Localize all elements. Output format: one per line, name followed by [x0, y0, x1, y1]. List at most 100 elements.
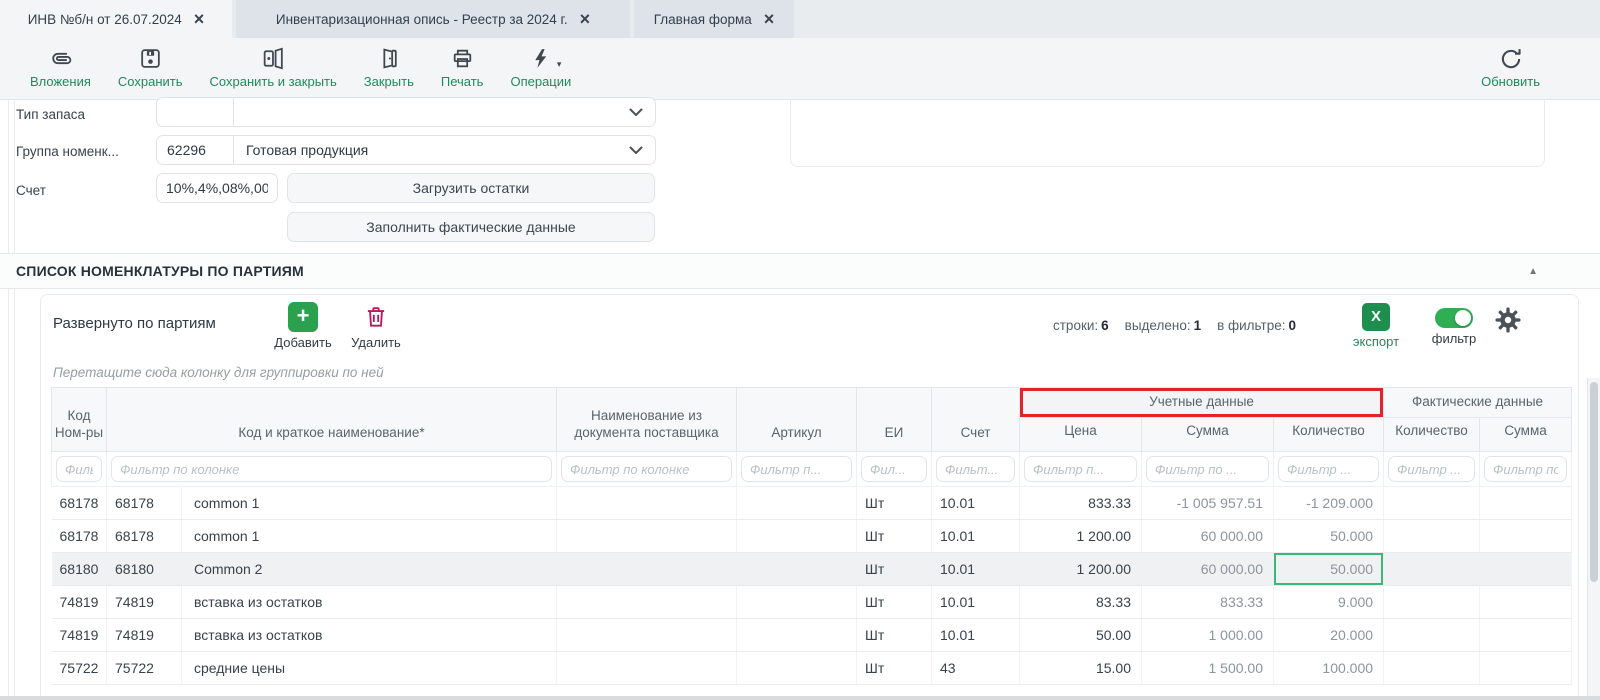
filter-input-sum[interactable] — [1146, 456, 1269, 482]
cell-fact-qty[interactable] — [1384, 553, 1480, 586]
chevron-down-icon[interactable] — [629, 146, 643, 155]
delete-row-button[interactable]: Удалить — [341, 302, 411, 350]
cell-fact-sum[interactable] — [1480, 619, 1572, 652]
cell-name[interactable]: common 1 — [182, 487, 557, 520]
cell-doc-name[interactable] — [557, 652, 737, 685]
add-row-button[interactable]: + Добавить — [268, 302, 338, 350]
stock-type-combobox[interactable] — [156, 97, 656, 127]
column-header-code-name[interactable]: Код и краткое наименование* — [107, 388, 557, 452]
cell-fact-qty[interactable] — [1384, 487, 1480, 520]
chevron-down-icon[interactable] — [629, 108, 643, 117]
cell-sum[interactable]: 833.33 — [1142, 586, 1274, 619]
cell-qty[interactable]: 100.000 — [1274, 652, 1384, 685]
cell-nom[interactable]: 74819 — [52, 586, 107, 619]
cell-fact-sum[interactable] — [1480, 487, 1572, 520]
cell-account[interactable]: 10.01 — [932, 586, 1020, 619]
cell-article[interactable] — [737, 652, 857, 685]
column-header-article[interactable]: Артикул — [737, 388, 857, 452]
cell-qty[interactable]: 20.000 — [1274, 619, 1384, 652]
close-icon[interactable]: × — [580, 10, 591, 28]
close-icon[interactable]: × — [764, 10, 775, 28]
cell-unit[interactable]: Шт — [857, 553, 932, 586]
stock-type-code-field[interactable] — [157, 98, 234, 126]
cell-article[interactable] — [737, 553, 857, 586]
cell-fact-qty[interactable] — [1384, 520, 1480, 553]
cell-qty-selected[interactable]: 50.000 — [1274, 553, 1384, 586]
cell-qty[interactable]: 9.000 — [1274, 586, 1384, 619]
cell-account[interactable]: 10.01 — [932, 553, 1020, 586]
close-button[interactable]: Закрыть — [364, 45, 414, 89]
cell-fact-qty[interactable] — [1384, 619, 1480, 652]
column-header-doc-name[interactable]: Наименование из документа поставщика — [557, 388, 737, 452]
operations-button[interactable]: ▾ Операции — [510, 45, 571, 89]
filter-input-doc-name[interactable] — [561, 456, 732, 482]
filter-input-qty[interactable] — [1278, 456, 1379, 482]
gear-icon[interactable] — [1493, 305, 1523, 335]
cell-doc-name[interactable] — [557, 619, 737, 652]
cell-nom[interactable]: 68180 — [52, 553, 107, 586]
cell-unit[interactable]: Шт — [857, 520, 932, 553]
cell-sum[interactable]: 60 000.00 — [1142, 553, 1274, 586]
cell-article[interactable] — [737, 487, 857, 520]
cell-account[interactable]: 10.01 — [932, 487, 1020, 520]
column-header-qty[interactable]: Количество — [1274, 418, 1384, 452]
cell-doc-name[interactable] — [557, 553, 737, 586]
tab-inventory-register[interactable]: Инвентаризационная опись - Реестр за 202… — [236, 0, 630, 38]
item-group-combobox[interactable]: 62296 Готовая продукция — [156, 135, 656, 165]
filter-input-code-name[interactable] — [111, 456, 552, 482]
save-and-close-button[interactable]: Сохранить и закрыть — [210, 45, 337, 89]
filter-input-article[interactable] — [741, 456, 852, 482]
cell-code[interactable]: 68178 — [107, 520, 182, 553]
column-header-nom-code[interactable]: Код Ном-ры — [52, 388, 107, 452]
cell-price[interactable]: 50.00 — [1020, 619, 1142, 652]
cell-account[interactable]: 43 — [932, 652, 1020, 685]
cell-name[interactable]: вставка из остатков — [182, 619, 557, 652]
cell-code[interactable]: 74819 — [107, 586, 182, 619]
cell-name[interactable]: Common 2 — [182, 553, 557, 586]
cell-fact-sum[interactable] — [1480, 520, 1572, 553]
cell-account[interactable]: 10.01 — [932, 520, 1020, 553]
cell-price[interactable]: 15.00 — [1020, 652, 1142, 685]
tab-inventory-doc[interactable]: ИНВ №б/н от 26.07.2024 × — [0, 0, 232, 38]
table-row-selected[interactable]: 68180 68180 Common 2 Шт 10.01 1 200.00 6… — [52, 553, 1572, 586]
cell-fact-qty[interactable] — [1384, 586, 1480, 619]
cell-price[interactable]: 833.33 — [1020, 487, 1142, 520]
cell-code[interactable]: 68178 — [107, 487, 182, 520]
cell-unit[interactable]: Шт — [857, 586, 932, 619]
cell-name[interactable]: common 1 — [182, 520, 557, 553]
filter-input-unit[interactable] — [861, 456, 927, 482]
table-row[interactable]: 74819 74819 вставка из остатков Шт 10.01… — [52, 586, 1572, 619]
column-header-fact-qty[interactable]: Количество — [1384, 418, 1480, 452]
cell-code[interactable]: 68180 — [107, 553, 182, 586]
cell-fact-qty[interactable] — [1384, 652, 1480, 685]
filter-input-fact-qty[interactable] — [1388, 456, 1475, 482]
filter-input-account[interactable] — [936, 456, 1015, 482]
cell-nom[interactable]: 68178 — [52, 520, 107, 553]
cell-sum[interactable]: -1 005 957.51 — [1142, 487, 1274, 520]
column-header-price[interactable]: Цена — [1020, 418, 1142, 452]
account-field[interactable] — [156, 173, 278, 203]
cell-price[interactable]: 1 200.00 — [1020, 553, 1142, 586]
cell-sum[interactable]: 60 000.00 — [1142, 520, 1274, 553]
cell-qty[interactable]: -1 209.000 — [1274, 487, 1384, 520]
attachments-button[interactable]: Вложения — [30, 45, 91, 89]
filter-input-price[interactable] — [1024, 456, 1137, 482]
filter-input-nom-code[interactable] — [56, 456, 102, 482]
cell-sum[interactable]: 1 500.00 — [1142, 652, 1274, 685]
cell-unit[interactable]: Шт — [857, 652, 932, 685]
toggle-on-icon[interactable] — [1435, 308, 1473, 328]
scrollbar-thumb[interactable] — [1590, 382, 1598, 582]
cell-account[interactable]: 10.01 — [932, 619, 1020, 652]
column-header-unit[interactable]: ЕИ — [857, 388, 932, 452]
cell-article[interactable] — [737, 520, 857, 553]
cell-sum[interactable]: 1 000.00 — [1142, 619, 1274, 652]
filter-toggle[interactable]: фильтр — [1419, 302, 1489, 346]
export-excel-button[interactable]: X экспорт — [1341, 302, 1411, 349]
cell-qty[interactable]: 50.000 — [1274, 520, 1384, 553]
cell-nom[interactable]: 75722 — [52, 652, 107, 685]
column-header-sum[interactable]: Сумма — [1142, 418, 1274, 452]
cell-fact-sum[interactable] — [1480, 553, 1572, 586]
refresh-button[interactable]: Обновить — [1481, 45, 1540, 89]
print-button[interactable]: Печать — [441, 45, 484, 89]
vertical-scrollbar[interactable] — [1587, 378, 1600, 700]
